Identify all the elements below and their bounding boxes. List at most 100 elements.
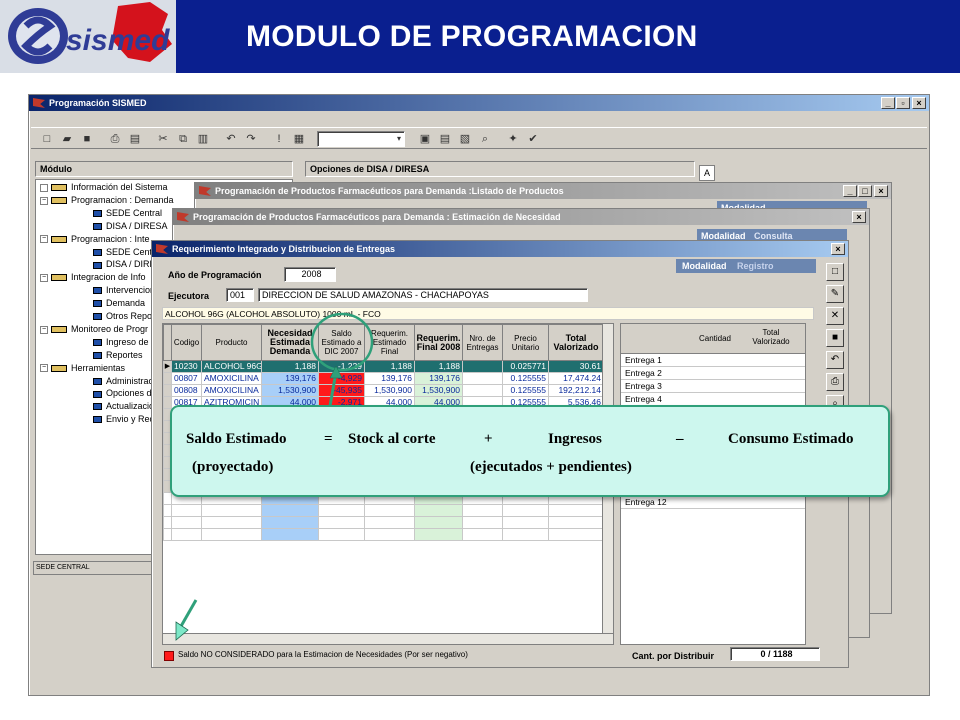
col-total-valorizado[interactable]: Total Valorizado xyxy=(745,328,797,346)
tree-item[interactable]: − Herramientas xyxy=(40,363,125,374)
tree-item[interactable]: Demanda xyxy=(82,298,145,309)
document-icon xyxy=(93,403,102,411)
tree-item[interactable]: − Programacion : Inte xyxy=(40,234,150,245)
col-producto[interactable]: Producto xyxy=(201,324,262,361)
formula-ingresos: Ingresos xyxy=(548,431,602,447)
expand-icon[interactable]: − xyxy=(40,273,48,282)
empty-cell xyxy=(171,528,202,541)
empty-cell xyxy=(502,528,549,541)
empty-cell xyxy=(414,504,463,517)
find-icon[interactable]: ⌕ xyxy=(477,131,493,147)
new-icon[interactable]: □ xyxy=(39,131,55,147)
open-icon[interactable]: ▰ xyxy=(59,131,75,147)
status-text: SEDE CENTRAL xyxy=(36,564,90,571)
copy-icon[interactable]: ⧉ xyxy=(175,131,191,147)
close-button[interactable]: × xyxy=(912,97,926,109)
grid-icon[interactable]: ▣ xyxy=(417,131,433,147)
formula-minus: – xyxy=(676,431,684,447)
tree-item[interactable]: Información del Sistema xyxy=(40,182,168,193)
tree-item[interactable]: SEDE Central xyxy=(82,208,162,219)
print-record-icon[interactable]: ⎙ xyxy=(826,373,844,391)
exclamation-icon[interactable]: ! xyxy=(271,131,287,147)
list-icon[interactable]: ▤ xyxy=(437,131,453,147)
undo-icon[interactable]: ↶ xyxy=(223,131,239,147)
entrega-row[interactable]: Entrega 3 xyxy=(621,380,805,393)
tree-item-label: Programacion : Demanda xyxy=(71,194,174,205)
entrega-label: Entrega 2 xyxy=(625,368,662,378)
expand-icon[interactable]: − xyxy=(40,364,48,373)
empty-cell xyxy=(548,504,604,517)
tree-item[interactable]: DISA / DIRESA xyxy=(82,221,168,232)
preview-icon[interactable]: ▤ xyxy=(127,131,143,147)
form-icon[interactable]: ▦ xyxy=(291,131,307,147)
estimacion-close-button[interactable]: × xyxy=(852,211,866,223)
req-close-button[interactable]: × xyxy=(831,243,845,255)
tree-item[interactable]: − Monitoreo de Progr xyxy=(40,324,148,335)
expand-icon[interactable]: − xyxy=(40,196,48,205)
expand-icon[interactable] xyxy=(40,183,48,192)
tree-item[interactable]: Reportes xyxy=(82,350,143,361)
cell-saldo: -1,229 xyxy=(318,360,365,373)
empty-cell xyxy=(364,516,415,529)
tree-item[interactable]: − Integracion de Info xyxy=(40,272,146,283)
tree-item-label: Monitoreo de Progr xyxy=(71,323,149,334)
paste-icon[interactable]: ▥ xyxy=(195,131,211,147)
save-icon[interactable]: ■ xyxy=(79,131,95,147)
empty-row xyxy=(163,516,604,529)
minimize-button[interactable]: _ xyxy=(881,97,895,109)
listado-maximize-button[interactable]: □ xyxy=(858,185,872,197)
grid-hscroll[interactable] xyxy=(163,633,613,644)
col-precio[interactable]: Precio Unitario xyxy=(502,324,549,361)
col-codigo[interactable]: Codigo xyxy=(171,324,202,361)
save-record-icon[interactable]: ■ xyxy=(826,329,844,347)
ejecutora-code-field[interactable]: 001 xyxy=(226,288,254,302)
sismed-logo: sismed xyxy=(0,0,176,73)
entrega-label: Entrega 12 xyxy=(625,497,667,507)
year-field[interactable]: 2008 xyxy=(284,267,336,282)
table-row[interactable]: ▶ 10230 ALCOHOL 96G 1,188 -1,229 1,188 1,188 0.… xyxy=(163,360,604,373)
folder-icon xyxy=(51,326,67,334)
empty-cell xyxy=(171,504,202,517)
restore-button[interactable]: ▫ xyxy=(896,97,910,109)
slide-title: MODULO DE PROGRAMACION xyxy=(246,20,698,53)
edit-icon[interactable]: ✎ xyxy=(826,285,844,303)
check-icon[interactable]: ✔ xyxy=(525,131,541,147)
expand-icon[interactable]: − xyxy=(40,235,48,244)
redo-icon[interactable]: ↷ xyxy=(243,131,259,147)
entrega-row[interactable]: Entrega 12 xyxy=(621,496,805,509)
expand-icon[interactable]: − xyxy=(40,325,48,334)
table-row[interactable]: 00808 AMOXICILINA 1,530,900 -45,935 1,530,90… xyxy=(163,384,604,397)
undo-record-icon[interactable]: ↶ xyxy=(826,351,844,369)
listado-close-button[interactable]: × xyxy=(874,185,888,197)
empty-cell xyxy=(318,516,365,529)
listado-minimize-button[interactable]: _ xyxy=(843,185,857,197)
options-a-button[interactable]: A xyxy=(699,165,715,181)
req-modalidad: Modalidad Registro xyxy=(676,259,816,273)
empty-cell xyxy=(548,528,604,541)
negative-legend-text: Saldo NO CONSIDERADO para la Estimacion … xyxy=(178,650,468,659)
cant-label: Cant. por Distribuir xyxy=(632,651,715,661)
ejecutora-name-field[interactable]: DIRECCION DE SALUD AMAZONAS - CHACHAPOYA… xyxy=(258,288,588,302)
col-entregas[interactable]: Nro. de Entregas xyxy=(462,324,503,361)
listado-title: Programación de Productos Farmacéuticos … xyxy=(215,186,564,196)
tree-item[interactable]: − Programacion : Demanda xyxy=(40,195,174,206)
properties-icon[interactable]: ▧ xyxy=(457,131,473,147)
col-saldo[interactable]: Saldo Estimado a DIC 2007 xyxy=(318,324,365,361)
col-req-estimado[interactable]: Requerim. Estimado Final xyxy=(364,324,415,361)
col-total[interactable]: Total Valorizado xyxy=(548,324,604,361)
cancel-icon[interactable]: ✕ xyxy=(826,307,844,325)
main-toolbar: □ ▰ ■ ⎙ ▤ ✂ ⧉ ▥ ↶ ↷ ! ▦ ▾ ▣ ▤ ▧ ⌕ ✦ ✔ xyxy=(31,127,927,149)
col-cantidad[interactable]: Cantidad xyxy=(685,334,745,343)
req-titlebar: Requerimiento Integrado y Distribucion d… xyxy=(152,241,848,257)
table-row[interactable]: 00807 AMOXICILINA 139,176 -4,929 139,176 139,… xyxy=(163,372,604,385)
wizard-icon[interactable]: ✦ xyxy=(505,131,521,147)
entrega-row[interactable]: Entrega 1 xyxy=(621,354,805,367)
new-record-icon[interactable]: □ xyxy=(826,263,844,281)
entrega-row[interactable]: Entrega 2 xyxy=(621,367,805,380)
col-necesidad[interactable]: Necesidad Estimada Demanda xyxy=(261,324,319,361)
col-req-final[interactable]: Requerim. Final 2008 xyxy=(414,324,463,361)
combo-arrow-icon[interactable]: ▾ xyxy=(391,131,407,147)
print-icon[interactable]: ⎙ xyxy=(107,131,123,147)
document-icon xyxy=(93,338,102,346)
cut-icon[interactable]: ✂ xyxy=(155,131,171,147)
